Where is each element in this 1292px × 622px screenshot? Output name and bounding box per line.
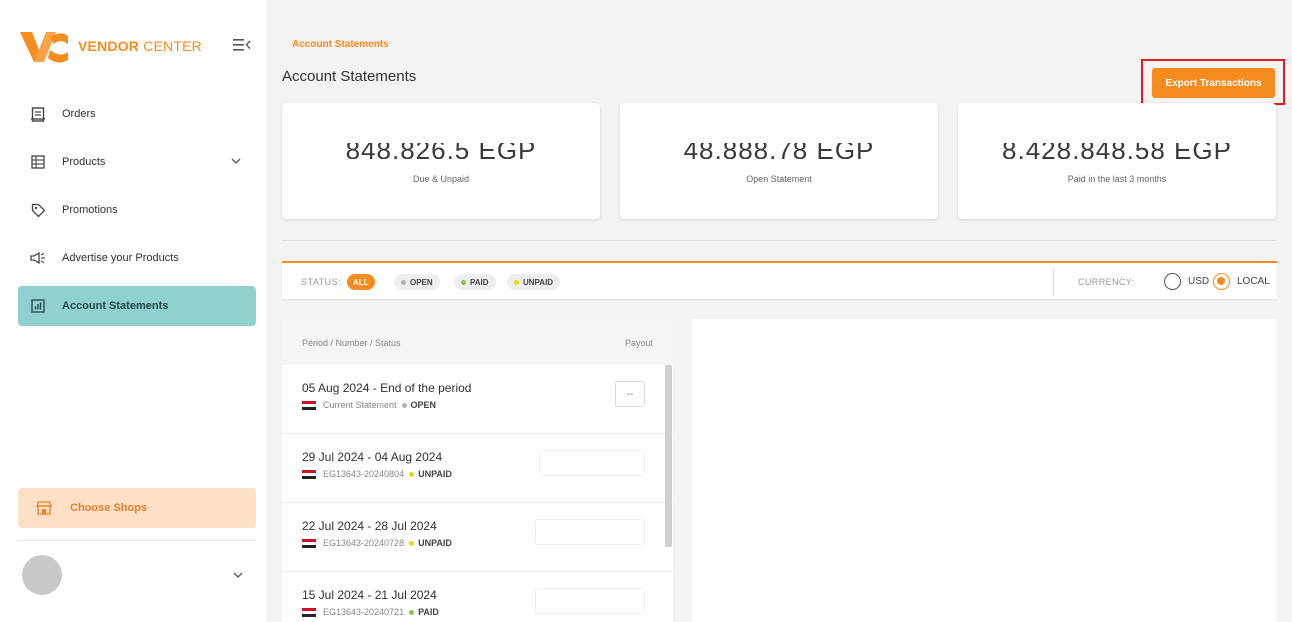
status-dot: [409, 609, 415, 615]
column-header-payout: Payout: [624, 338, 653, 348]
statement-row[interactable]: 15 Jul 2024 - 21 Jul 2024 EG13643-202407…: [282, 572, 673, 622]
sidebar-item-label: Account Statements: [62, 300, 169, 312]
sidebar: VENDOR CENTER Orders Products Promotions: [0, 0, 268, 622]
status-badge: UNPAID: [418, 469, 452, 479]
statement-row[interactable]: 22 Jul 2024 - 28 Jul 2024 EG13643-202407…: [282, 503, 673, 572]
payout-value[interactable]: [535, 588, 645, 614]
chevron-down-icon[interactable]: [230, 155, 242, 167]
summary-value: 8,428,848.58 EGP: [1002, 143, 1232, 159]
statement-period: 05 Aug 2024 - End of the period: [302, 381, 472, 395]
statement-meta: Current Statement OPEN: [302, 400, 436, 410]
summary-caption: Due & Unpaid: [412, 174, 470, 184]
megaphone-icon: [30, 250, 46, 266]
summary-card-paid: 8,428,848.58 EGP Paid in the last 3 mont…: [958, 103, 1276, 219]
statement-number: EG13643-20240721: [323, 607, 405, 617]
payout-value[interactable]: --: [615, 381, 645, 407]
status-chip-paid[interactable]: PAID: [454, 274, 496, 290]
statement-meta: EG13643-20240721 PAID: [302, 607, 439, 617]
main-content: Account Statements Account Statements Ex…: [268, 0, 1292, 622]
column-header-period: Period / Number / Status: [302, 338, 401, 348]
chart-icon: [30, 298, 46, 314]
egypt-flag-icon: [302, 538, 316, 548]
status-chip-unpaid[interactable]: UNPAID: [507, 274, 561, 290]
tag-icon: [30, 202, 46, 218]
list-scrollbar[interactable]: [665, 365, 672, 547]
statement-period: 29 Jul 2024 - 04 Aug 2024: [302, 450, 443, 464]
chevron-down-icon[interactable]: [232, 569, 244, 581]
currency-radio-local[interactable]: [1213, 273, 1230, 290]
egypt-flag-icon: [302, 469, 316, 479]
sidebar-divider: [18, 540, 256, 541]
list-header: Period / Number / Status Payout: [282, 319, 673, 365]
sidebar-item-label: Orders: [62, 108, 96, 120]
statement-number: EG13643-20240804: [323, 469, 405, 479]
sidebar-item-label: Advertise your Products: [62, 252, 179, 264]
statements-list: Period / Number / Status Payout 05 Aug 2…: [282, 319, 673, 622]
payout-value[interactable]: [535, 519, 645, 545]
summary-caption: Open Statement: [746, 174, 812, 184]
status-filter-label: STATUS:: [301, 277, 342, 287]
statement-number: EG13643-20240728: [323, 538, 405, 548]
statement-row[interactable]: 29 Jul 2024 - 04 Aug 2024 EG13643-202408…: [282, 434, 673, 503]
status-chip-all[interactable]: ALL: [347, 274, 375, 290]
sidebar-item-products[interactable]: Products: [18, 142, 256, 182]
status-badge: PAID: [418, 607, 439, 617]
orders-icon: [30, 106, 46, 122]
choose-shops-button[interactable]: Choose Shops: [18, 488, 256, 528]
sidebar-item-advertise[interactable]: Advertise your Products: [18, 238, 256, 278]
sidebar-item-label: Promotions: [62, 204, 118, 216]
products-icon: [30, 154, 46, 170]
statement-period: 15 Jul 2024 - 21 Jul 2024: [302, 588, 437, 602]
statement-meta: EG13643-20240804 UNPAID: [302, 469, 452, 479]
statement-meta: EG13643-20240728 UNPAID: [302, 538, 452, 548]
currency-option-label: USD: [1188, 276, 1210, 287]
shop-icon: [36, 501, 52, 515]
status-dot: [401, 402, 407, 408]
egypt-flag-icon: [302, 400, 316, 410]
avatar[interactable]: [22, 555, 62, 595]
vendor-center-logo: [20, 32, 68, 63]
status-badge: OPEN: [410, 400, 437, 410]
statement-row[interactable]: 05 Aug 2024 - End of the period Current …: [282, 365, 673, 434]
filter-divider: [1053, 268, 1054, 296]
sidebar-item-account-statements[interactable]: Account Statements: [18, 286, 256, 326]
choose-shops-label: Choose Shops: [70, 502, 148, 514]
section-divider: [282, 240, 1277, 241]
egypt-flag-icon: [302, 607, 316, 617]
user-menu[interactable]: [22, 552, 252, 598]
export-transactions-button[interactable]: Export Transactions: [1152, 68, 1275, 98]
summary-card-open: 48,888.78 EGP Open Statement: [620, 103, 938, 219]
statement-detail-panel: [692, 319, 1277, 622]
statement-number: Current Statement: [323, 400, 397, 410]
currency-radio-usd[interactable]: [1164, 273, 1181, 290]
currency-option-label: LOCAL: [1237, 276, 1270, 287]
status-badge: UNPAID: [418, 538, 452, 548]
status-chip-open[interactable]: OPEN: [394, 274, 440, 290]
brand[interactable]: VENDOR CENTER: [20, 26, 202, 66]
breadcrumb[interactable]: Account Statements: [292, 39, 389, 50]
summary-value: 48,888.78 EGP: [683, 143, 875, 159]
payout-value[interactable]: [539, 450, 645, 476]
page-title: Account Statements: [282, 68, 417, 85]
filter-bar: STATUS: ALL OPEN PAID UNPAID CURRENCY: U…: [282, 261, 1277, 299]
summary-value: 848,826.5 EGP: [345, 143, 537, 159]
sidebar-item-promotions[interactable]: Promotions: [18, 190, 256, 230]
status-dot: [409, 540, 415, 546]
summary-card-due: 848,826.5 EGP Due & Unpaid: [282, 103, 600, 219]
statement-period: 22 Jul 2024 - 28 Jul 2024: [302, 519, 437, 533]
summary-caption: Paid in the last 3 months: [1067, 174, 1167, 184]
sidebar-item-label: Products: [62, 156, 106, 168]
currency-label: CURRENCY:: [1078, 277, 1135, 287]
sidebar-nav: Orders Products Promotions Advertise you…: [18, 94, 256, 334]
export-highlight-box: Export Transactions: [1141, 59, 1285, 105]
sidebar-item-orders[interactable]: Orders: [18, 94, 256, 134]
brand-name: VENDOR CENTER: [78, 38, 202, 54]
status-dot: [409, 471, 415, 477]
collapse-menu-icon[interactable]: [233, 38, 251, 52]
